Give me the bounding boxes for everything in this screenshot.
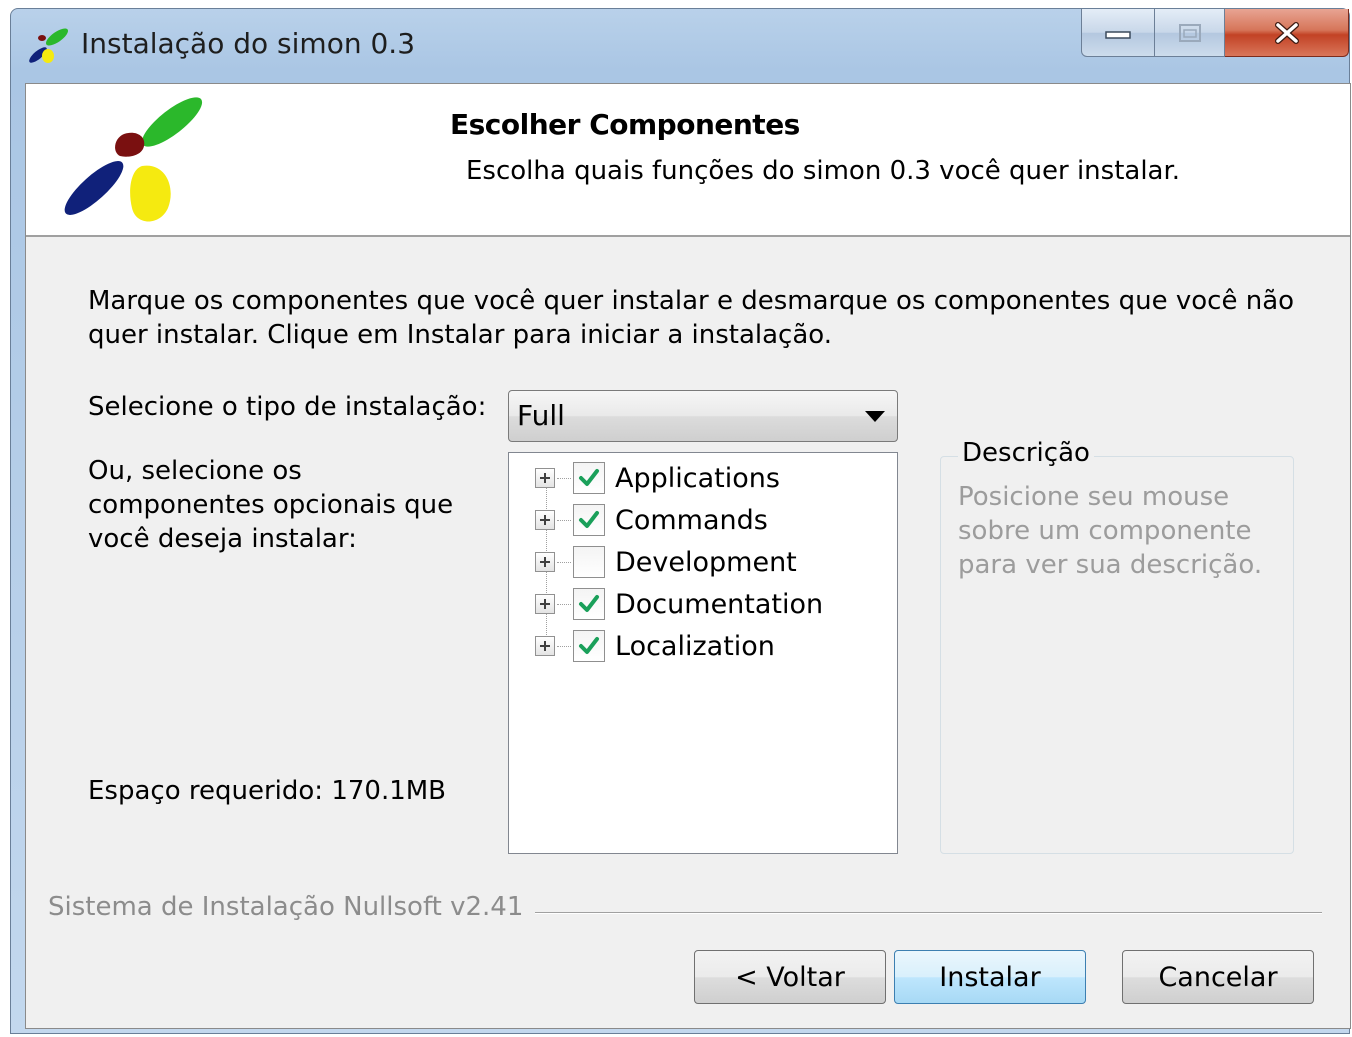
component-localization[interactable]: Localization	[535, 627, 775, 665]
dialog-client-area: Escolher Componentes Escolha quais funçõ…	[25, 83, 1351, 1029]
instructions-text: Marque os componentes que você quer inst…	[88, 286, 1295, 350]
components-tree[interactable]: Applications Commands Development Docume…	[508, 452, 898, 854]
install-type-label: Selecione o tipo de instalação:	[88, 392, 487, 422]
header-band: Escolher Componentes Escolha quais funçõ…	[26, 84, 1350, 237]
title-bar[interactable]: Instalação do simon 0.3	[11, 9, 1349, 83]
checkmark-icon	[579, 469, 599, 486]
component-checkbox[interactable]	[573, 546, 605, 578]
space-required: Espaço requerido: 170.1MB	[88, 776, 447, 806]
close-button[interactable]	[1225, 9, 1349, 57]
install-button[interactable]: Instalar	[894, 950, 1086, 1004]
window-title: Instalação do simon 0.3	[81, 27, 416, 60]
component-label: Documentation	[615, 588, 824, 620]
component-commands[interactable]: Commands	[535, 501, 768, 539]
expand-plus-icon[interactable]	[535, 510, 555, 530]
description-legend: Descrição	[958, 438, 1094, 468]
component-checkbox[interactable]	[573, 462, 605, 494]
expand-plus-icon[interactable]	[535, 468, 555, 488]
close-icon	[1274, 21, 1299, 44]
tree-branch	[557, 519, 571, 521]
page-subtitle: Escolha quais funções do simon 0.3 você …	[466, 156, 1181, 186]
simon-app-icon	[29, 28, 69, 63]
tree-branch	[557, 603, 571, 605]
component-label: Applications	[615, 462, 780, 494]
component-development[interactable]: Development	[535, 543, 797, 581]
component-applications[interactable]: Applications	[535, 459, 780, 497]
expand-plus-icon[interactable]	[535, 594, 555, 614]
tree-branch	[557, 477, 571, 479]
minimize-button[interactable]	[1081, 9, 1155, 57]
back-button[interactable]: < Voltar	[694, 950, 886, 1004]
checkmark-icon	[579, 511, 599, 528]
install-type-select[interactable]: Full	[508, 390, 898, 442]
installer-window: Instalação do simon 0.3 Escolher Compone…	[10, 8, 1351, 1034]
component-documentation[interactable]: Documentation	[535, 585, 823, 623]
minimize-icon	[1105, 30, 1131, 39]
component-label: Localization	[615, 630, 775, 662]
component-checkbox[interactable]	[573, 630, 605, 662]
cancel-button[interactable]: Cancelar	[1122, 950, 1314, 1004]
component-checkbox[interactable]	[573, 504, 605, 536]
components-label: Ou, selecione os componentes opcionais q…	[88, 456, 454, 554]
expand-plus-icon[interactable]	[535, 636, 555, 656]
component-label: Commands	[615, 504, 768, 536]
branding-divider	[526, 912, 1322, 914]
page-title: Escolher Componentes	[450, 108, 800, 141]
maximize-icon	[1178, 23, 1201, 42]
checkmark-icon	[579, 637, 599, 654]
maximize-button[interactable]	[1155, 9, 1225, 57]
tree-branch	[557, 561, 571, 563]
window-controls	[1081, 9, 1349, 59]
expand-plus-icon[interactable]	[535, 552, 555, 572]
checkmark-icon	[579, 595, 599, 612]
description-text: Posicione seu mouse sobre um componente …	[958, 482, 1263, 580]
tree-branch	[557, 645, 571, 647]
branding-text: Sistema de Instalação Nullsoft v2.41	[48, 892, 536, 922]
component-label: Development	[615, 546, 797, 578]
dropdown-arrow-icon	[865, 411, 885, 422]
install-type-value: Full	[517, 399, 565, 432]
simon-logo-icon	[64, 97, 203, 222]
component-checkbox[interactable]	[573, 588, 605, 620]
